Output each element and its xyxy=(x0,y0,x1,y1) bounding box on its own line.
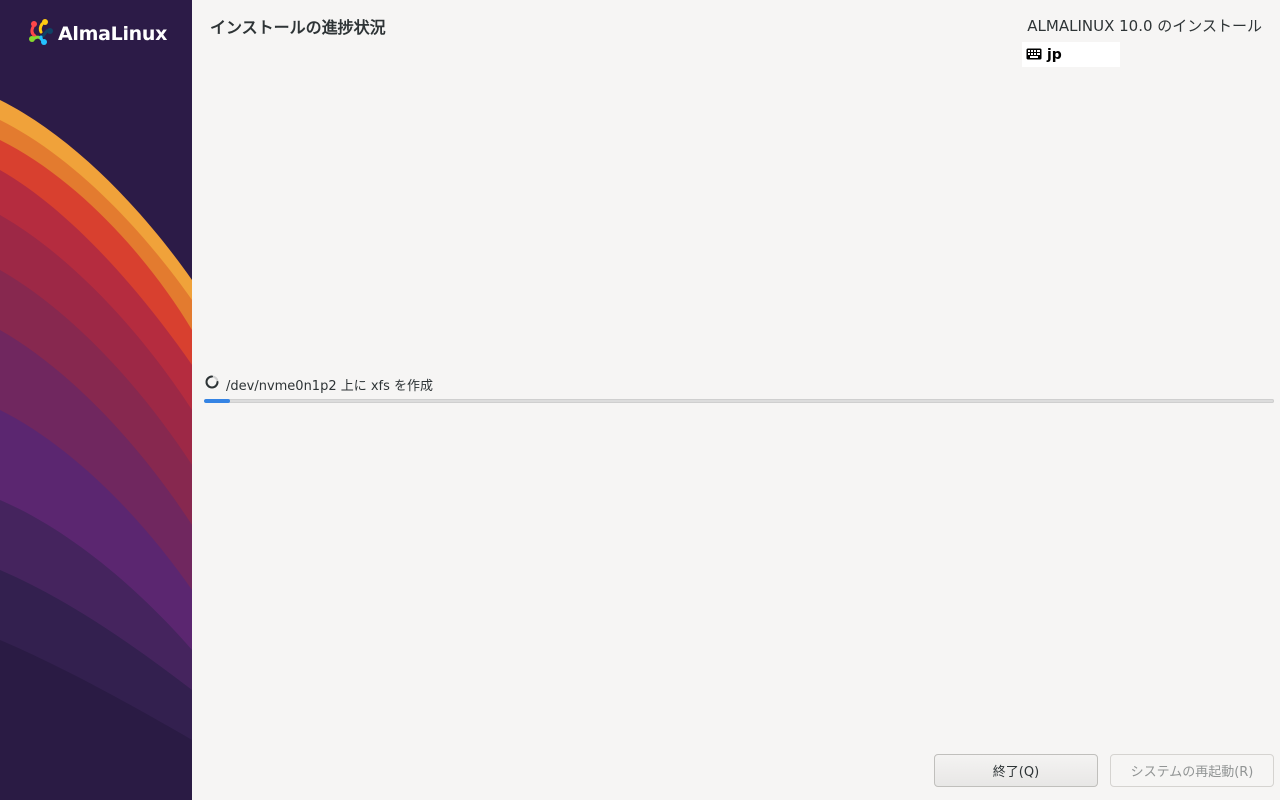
sidebar-artwork xyxy=(0,0,192,800)
quit-button[interactable]: 終了(Q) xyxy=(934,754,1098,787)
progress-status-text: /dev/nvme0n1p2 上に xfs を作成 xyxy=(226,378,434,394)
brand-name: AlmaLinux xyxy=(58,23,168,45)
product-title: ALMALINUX 10.0 のインストール xyxy=(1027,17,1262,35)
keyboard-layout-indicator[interactable]: jp xyxy=(1022,42,1120,67)
sidebar: AlmaLinux xyxy=(0,0,192,800)
brand: AlmaLinux xyxy=(28,18,167,50)
keyboard-layout-label: jp xyxy=(1047,46,1062,63)
page-title: インストールの進捗状況 xyxy=(210,18,386,37)
progress-bar xyxy=(204,399,1274,403)
keyboard-icon xyxy=(1026,45,1042,64)
spinner-icon xyxy=(204,374,220,394)
progress-bar-fill xyxy=(204,399,230,403)
almalinux-logo-icon xyxy=(28,18,54,50)
main-panel: インストールの進捗状況 ALMALINUX 10.0 のインストール jp /d… xyxy=(192,0,1280,800)
reboot-button[interactable]: システムの再起動(R) xyxy=(1110,754,1274,787)
progress-area: /dev/nvme0n1p2 上に xfs を作成 xyxy=(204,374,1274,403)
status-row: /dev/nvme0n1p2 上に xfs を作成 xyxy=(204,374,1274,394)
